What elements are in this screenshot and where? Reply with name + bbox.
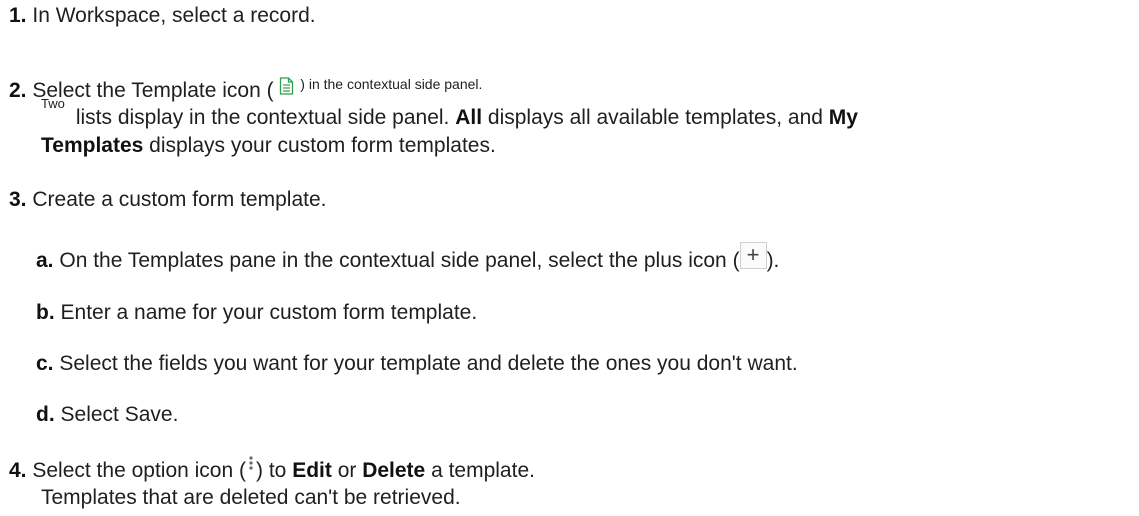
substep-text: Enter a name for your custom form templa… <box>60 301 478 324</box>
delete-label: Delete <box>362 459 426 482</box>
step-number: 3. <box>9 188 27 211</box>
my-templates-label-1: My <box>828 106 858 129</box>
instruction-document: 1. In Workspace, select a record. 2. Sel… <box>0 0 1139 516</box>
edit-label: Edit <box>292 459 332 482</box>
step-number: 4. <box>9 459 27 482</box>
step-2-note-line-2: Templates displays your custom form temp… <box>41 134 496 157</box>
step-text: In Workspace, select a record. <box>32 4 316 27</box>
step-4: 4. Select the option icon ( ) to Edit or… <box>9 455 535 484</box>
plus-icon: + <box>739 242 767 269</box>
substep-a: a. On the Templates pane in the contextu… <box>36 242 780 273</box>
substep-text: Select Save. <box>60 403 179 426</box>
step-text: Select the Template icon ( <box>32 79 274 102</box>
step-text: Create a custom form template. <box>32 188 327 211</box>
substep-d: d. Select Save. <box>36 402 178 428</box>
all-list-label: All <box>455 106 483 129</box>
vertical-ellipsis-icon <box>246 455 256 475</box>
substep-letter: b. <box>36 301 55 324</box>
substep-letter: c. <box>36 352 54 375</box>
step-text: Select the option icon ( <box>32 459 246 482</box>
step-number: 2. <box>9 79 27 102</box>
substep-text: Select the fields you want for your temp… <box>59 352 798 375</box>
substep-letter: a. <box>36 249 54 273</box>
substep-c: c. Select the fields you want for your t… <box>36 351 798 377</box>
substep-letter: d. <box>36 403 55 426</box>
step-3: 3. Create a custom form template. <box>9 187 326 213</box>
step-2-note-line-1: lists display in the contextual side pan… <box>70 106 858 129</box>
substep-b: b. Enter a name for your custom form tem… <box>36 300 477 326</box>
substep-text: On the Templates pane in the contextual … <box>59 249 740 273</box>
document-icon <box>279 76 294 96</box>
my-templates-label-2: Templates <box>41 134 144 157</box>
step-1: 1. In Workspace, select a record. <box>9 3 316 29</box>
step-number: 1. <box>9 4 27 27</box>
step-4-note: Templates that are deleted can't be retr… <box>41 486 461 509</box>
step-text-after: ) in the contextual side panel. <box>300 76 483 92</box>
step-2: 2. Select the Template icon ( ) in the c… <box>9 76 483 105</box>
